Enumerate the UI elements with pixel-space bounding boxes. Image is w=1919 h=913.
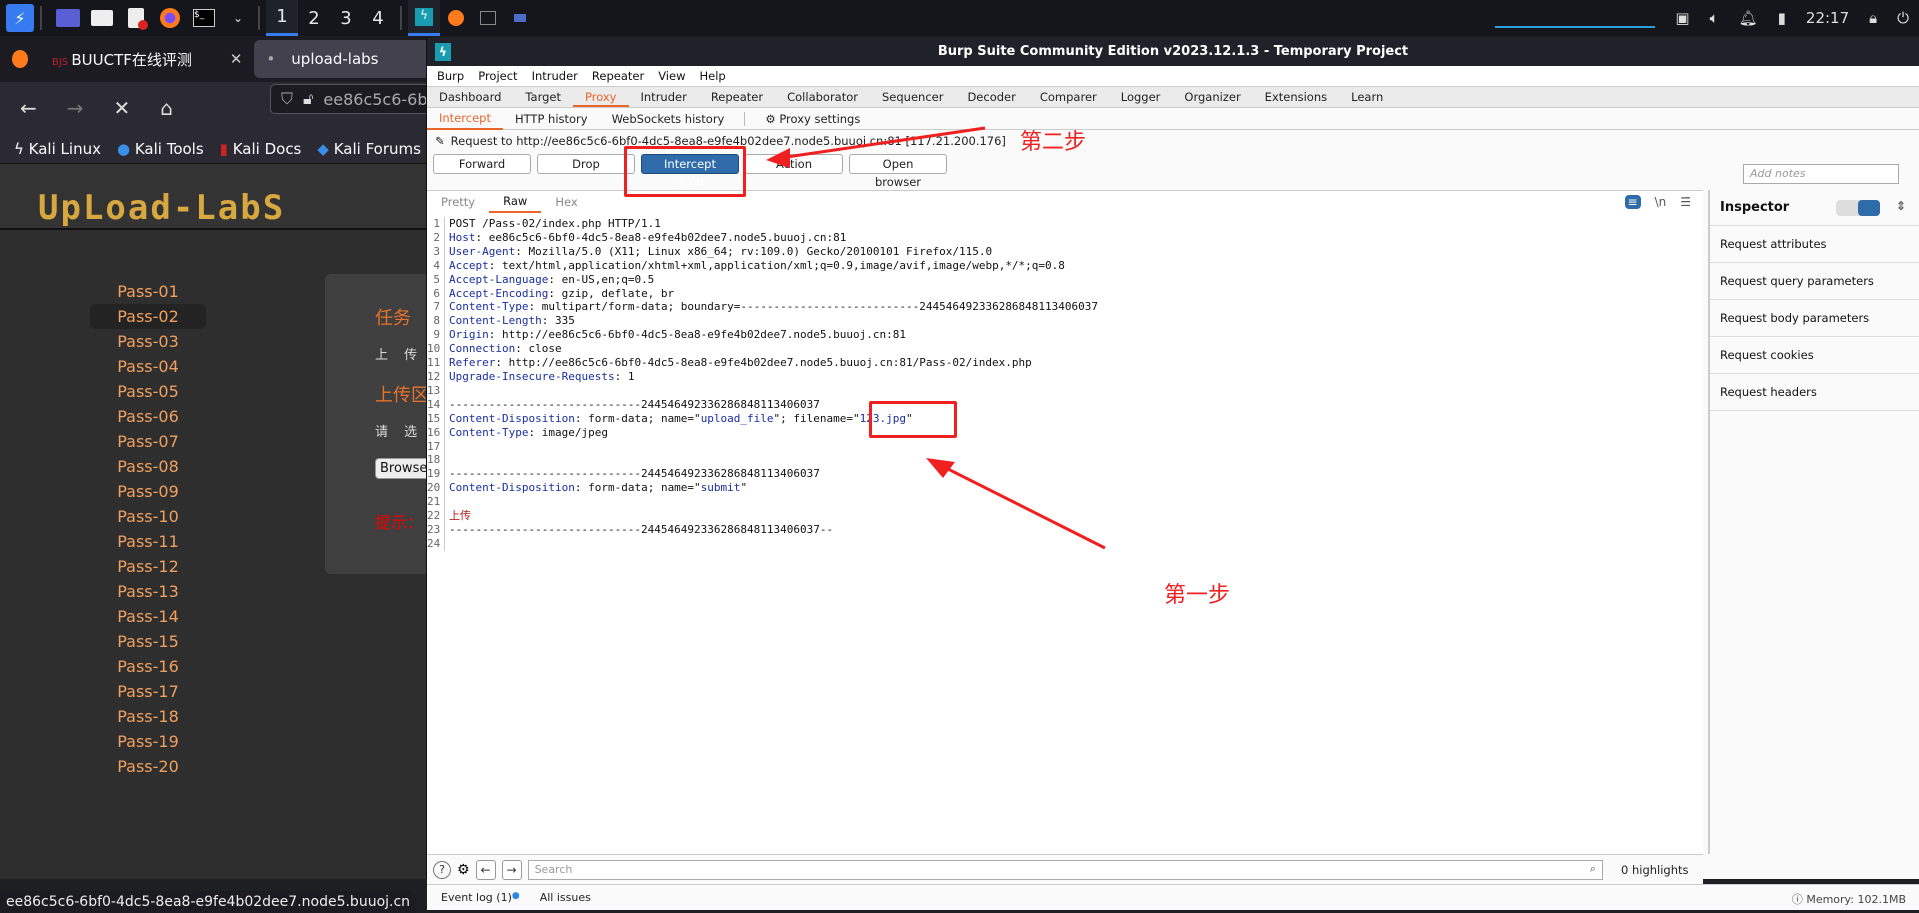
- arrow-step1-head: [926, 458, 955, 478]
- event-log-link[interactable]: Event log (1)●: [441, 891, 520, 904]
- notification-dot-icon: ●: [511, 891, 520, 901]
- memory-usage: ⓘ Memory: 102.1MB: [1791, 893, 1906, 906]
- annotation-step2: 第二步: [1020, 130, 1087, 155]
- status-url: ee86c5c6-6bf0-4dc5-8ea8-e9fe4b02dee7.nod…: [0, 891, 417, 913]
- all-issues-link[interactable]: All issues: [540, 891, 591, 904]
- arrow-step2: [779, 126, 986, 160]
- memory-label: Memory: 102.1MB: [1806, 893, 1906, 906]
- annotation-step1: 第一步: [1164, 583, 1231, 608]
- status-bar: Event log (1)● All issues ⓘ Memory: 102.…: [427, 884, 1919, 910]
- annotation-arrows: [766, 126, 1106, 550]
- event-log-label: Event log (1): [441, 891, 512, 904]
- arrow-step2-head: [766, 148, 790, 168]
- arrow-step1: [939, 463, 1106, 550]
